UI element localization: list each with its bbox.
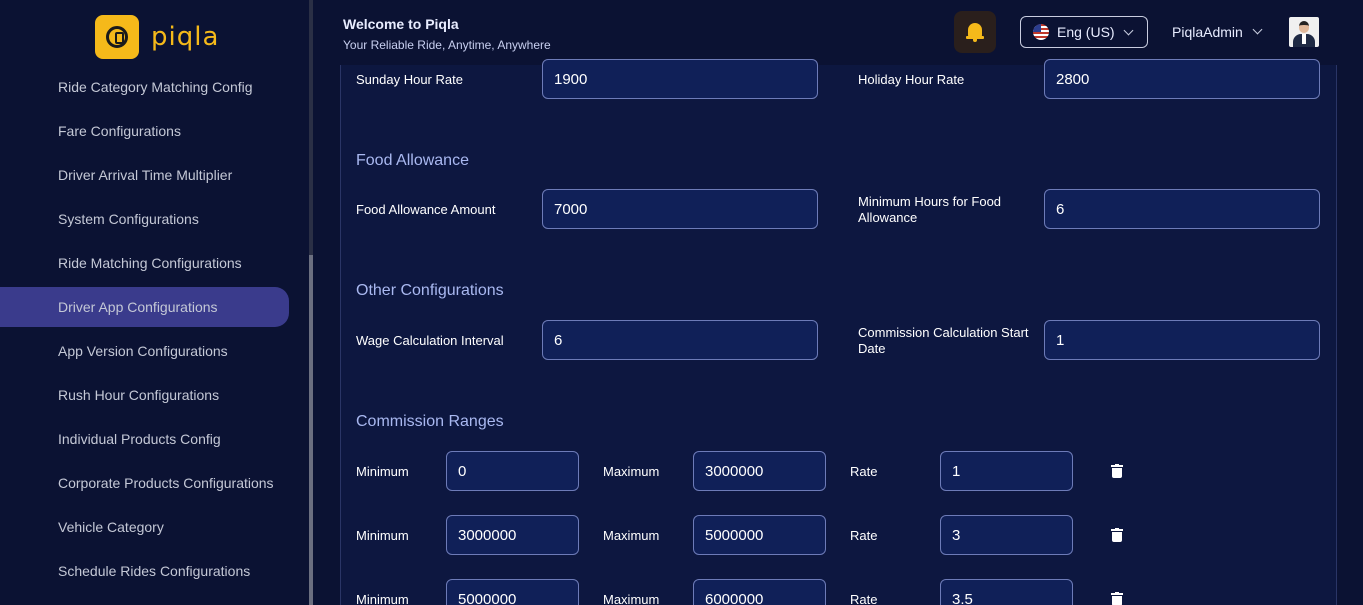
range-minimum-input[interactable]	[446, 515, 579, 555]
range-rate-input[interactable]	[940, 515, 1073, 555]
sidebar: piqla Ride Category Matching Config Fare…	[0, 0, 313, 605]
notifications-button[interactable]	[954, 11, 996, 53]
commission-start-input[interactable]	[1044, 320, 1320, 360]
brand-name: piqla	[151, 22, 220, 52]
range-maximum-label: Maximum	[603, 464, 660, 479]
sidebar-item-app-version[interactable]: App Version Configurations	[0, 329, 300, 373]
sunday-hour-rate-input[interactable]	[542, 59, 818, 99]
trash-icon[interactable]	[1111, 592, 1123, 605]
sidebar-item-label: Individual Products Config	[58, 431, 221, 447]
bell-icon	[966, 23, 984, 42]
sidebar-item-label: Vehicle Category	[58, 519, 164, 535]
range-minimum-label: Minimum	[356, 464, 409, 479]
sidebar-item-driver-arrival-time[interactable]: Driver Arrival Time Multiplier	[0, 153, 300, 197]
holiday-hour-rate-label: Holiday Hour Rate	[858, 72, 965, 87]
food-allowance-heading: Food Allowance	[356, 152, 469, 169]
commission-start-label: Commission Calculation Start Date	[858, 325, 1029, 356]
range-minimum-input[interactable]	[446, 579, 579, 605]
sidebar-item-fare-configurations[interactable]: Fare Configurations	[0, 109, 300, 153]
range-maximum-label: Maximum	[603, 592, 660, 605]
sidebar-menu: Ride Category Matching Config Fare Confi…	[0, 65, 300, 593]
welcome-tagline: Your Reliable Ride, Anytime, Anywhere	[343, 38, 551, 52]
chevron-down-icon	[1123, 25, 1134, 36]
sidebar-item-individual-products[interactable]: Individual Products Config	[0, 417, 300, 461]
range-rate-label: Rate	[850, 592, 878, 605]
logo[interactable]: piqla	[95, 15, 219, 59]
sidebar-item-ride-category-matching[interactable]: Ride Category Matching Config	[0, 65, 300, 109]
food-allowance-amount-label: Food Allowance Amount	[356, 202, 496, 217]
other-configurations-heading: Other Configurations	[356, 282, 504, 299]
user-menu-name[interactable]: PiqlaAdmin	[1172, 24, 1243, 40]
sidebar-item-ride-matching[interactable]: Ride Matching Configurations	[0, 241, 300, 285]
range-maximum-input[interactable]	[693, 515, 826, 555]
range-rate-label: Rate	[850, 528, 878, 543]
sidebar-item-label: Corporate Products Configurations	[58, 475, 274, 491]
range-maximum-input[interactable]	[693, 579, 826, 605]
sidebar-item-corporate-products[interactable]: Corporate Products Configurations	[0, 461, 300, 505]
driver-app-config-form: Sunday Hour Rate Holiday Hour Rate Food …	[340, 59, 1337, 605]
range-rate-label: Rate	[850, 464, 878, 479]
holiday-hour-rate-input[interactable]	[1044, 59, 1320, 99]
sidebar-item-vehicle-category[interactable]: Vehicle Category	[0, 505, 300, 549]
welcome-title: Welcome to Piqla	[343, 16, 459, 32]
range-maximum-input[interactable]	[693, 451, 826, 491]
sidebar-item-schedule-rides[interactable]: Schedule Rides Configurations	[0, 549, 300, 593]
sidebar-item-label: Ride Category Matching Config	[58, 79, 253, 95]
range-rate-input[interactable]	[940, 451, 1073, 491]
sunday-hour-rate-label: Sunday Hour Rate	[356, 72, 463, 87]
logo-icon	[95, 15, 139, 59]
sidebar-scrollbar-thumb[interactable]	[309, 255, 313, 605]
sidebar-item-label: App Version Configurations	[58, 343, 228, 359]
commission-ranges-heading: Commission Ranges	[356, 413, 504, 430]
wage-interval-label: Wage Calculation Interval	[356, 333, 504, 348]
sidebar-item-label: Rush Hour Configurations	[58, 387, 220, 403]
top-header: Welcome to Piqla Your Reliable Ride, Any…	[313, 0, 1363, 65]
min-hours-food-label: Minimum Hours for Food Allowance	[858, 194, 1002, 225]
sidebar-item-label: Driver Arrival Time Multiplier	[58, 167, 233, 183]
sidebar-item-label: Schedule Rides Configurations	[58, 563, 251, 579]
sidebar-item-rush-hour[interactable]: Rush Hour Configurations	[0, 373, 300, 417]
sidebar-item-label: Ride Matching Configurations	[58, 255, 242, 271]
range-minimum-label: Minimum	[356, 528, 409, 543]
min-hours-food-input[interactable]	[1044, 189, 1320, 229]
range-minimum-input[interactable]	[446, 451, 579, 491]
sidebar-item-driver-app-configurations[interactable]: Driver App Configurations	[0, 287, 289, 327]
language-select[interactable]: Eng (US)	[1020, 16, 1148, 48]
range-rate-input[interactable]	[940, 579, 1073, 605]
trash-icon[interactable]	[1111, 464, 1123, 478]
food-allowance-amount-input[interactable]	[542, 189, 818, 229]
language-value: Eng (US)	[1057, 24, 1115, 40]
trash-icon[interactable]	[1111, 528, 1123, 542]
sidebar-item-label: System Configurations	[58, 211, 199, 227]
range-minimum-label: Minimum	[356, 592, 409, 605]
chevron-down-icon[interactable]	[1252, 24, 1263, 35]
sidebar-item-label: Driver App Configurations	[58, 299, 218, 315]
avatar[interactable]	[1289, 17, 1319, 47]
us-flag-icon	[1033, 24, 1049, 40]
wage-interval-input[interactable]	[542, 320, 818, 360]
sidebar-item-label: Fare Configurations	[58, 123, 181, 139]
sidebar-item-system-configurations[interactable]: System Configurations	[0, 197, 300, 241]
range-maximum-label: Maximum	[603, 528, 660, 543]
